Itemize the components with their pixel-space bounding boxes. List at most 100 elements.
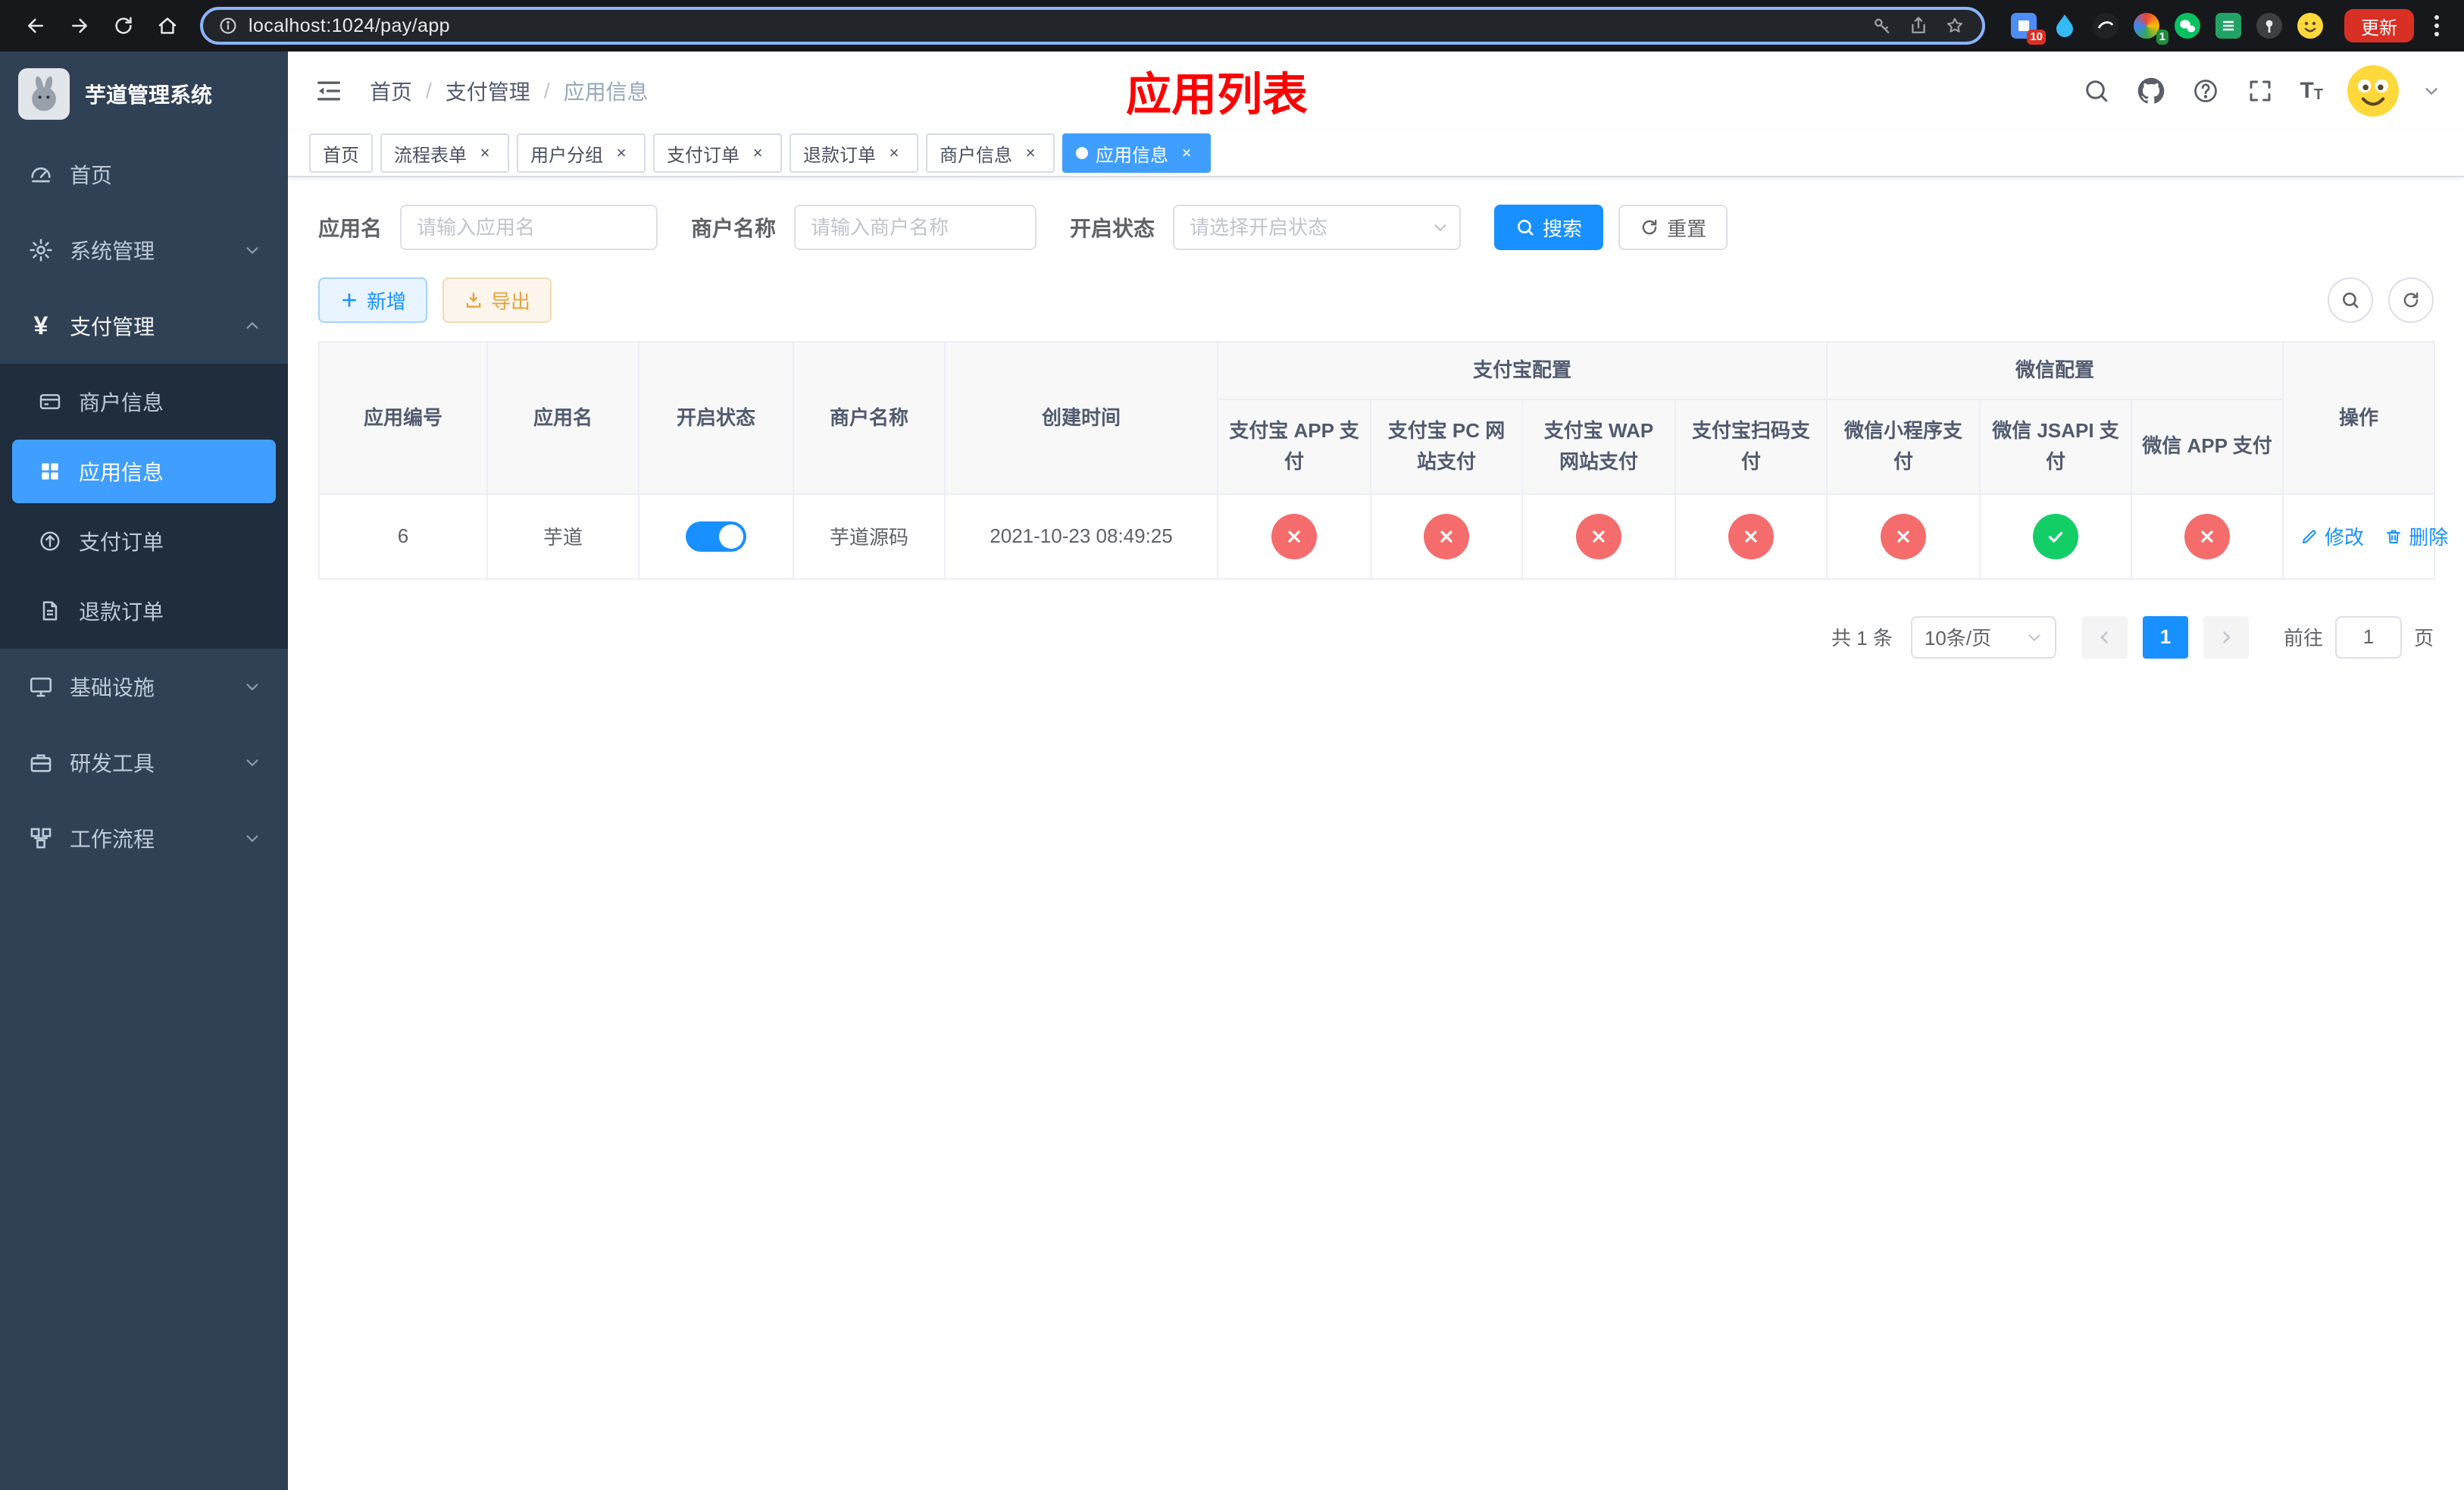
extension-icon-notes[interactable] xyxy=(2215,13,2241,39)
merchant-name-input[interactable] xyxy=(794,205,1037,250)
fullscreen-icon[interactable] xyxy=(2245,76,2275,106)
status-label: 开启状态 xyxy=(1070,217,1155,240)
browser-forward-icon[interactable] xyxy=(59,5,100,46)
close-icon[interactable] xyxy=(747,142,768,164)
extension-icon-dark[interactable] xyxy=(2093,13,2118,39)
extension-badge: 1 xyxy=(2156,30,2169,45)
tab-app-info[interactable]: 应用信息 xyxy=(1062,133,1211,173)
close-icon[interactable] xyxy=(883,142,905,164)
browser-update-button[interactable]: 更新 xyxy=(2344,9,2414,42)
delete-button[interactable]: 删除 xyxy=(2384,522,2448,550)
sidebar-item-workflow[interactable]: 工作流程 xyxy=(0,800,288,876)
cell-app-id: 6 xyxy=(318,493,488,580)
yen-icon: ¥ xyxy=(33,311,48,340)
edit-button-label: 修改 xyxy=(2325,526,2365,549)
font-size-icon[interactable]: TT xyxy=(2300,80,2323,103)
column-header-actions: 操作 xyxy=(2282,340,2436,495)
pagination-total: 共 1 条 xyxy=(1831,627,1893,650)
tab-refund-order[interactable]: 退款订单 xyxy=(790,133,918,173)
site-info-icon[interactable] xyxy=(218,16,238,36)
sidebar-item-dev-tools[interactable]: 研发工具 xyxy=(0,725,288,800)
sidebar-item-pay-order[interactable]: 支付订单 xyxy=(0,506,288,576)
tab-process-form[interactable]: 流程表单 xyxy=(380,133,509,173)
extension-icon-color[interactable]: 1 xyxy=(2134,13,2169,45)
page-size-select[interactable]: 10条/页 xyxy=(1910,615,2056,659)
close-icon[interactable] xyxy=(611,142,632,164)
filter-form: 应用名 商户名称 开启状态 搜索 重置 xyxy=(318,205,2434,250)
extension-icon-wechat[interactable] xyxy=(2175,13,2200,39)
browser-menu-icon[interactable] xyxy=(2425,8,2449,44)
column-header-created: 创建时间 xyxy=(944,340,1218,495)
toggle-search-icon[interactable] xyxy=(2328,277,2373,323)
edit-button[interactable]: 修改 xyxy=(2300,522,2364,550)
status-toggle[interactable] xyxy=(686,521,746,552)
sidebar-item-home[interactable]: 首页 xyxy=(0,136,288,212)
search-button[interactable]: 搜索 xyxy=(1494,205,1604,250)
column-header-wechat-mini: 微信小程序支付 xyxy=(1826,398,1981,495)
search-icon[interactable] xyxy=(2081,76,2112,106)
avatar[interactable] xyxy=(2347,65,2399,117)
column-header-alipay-wap: 支付宝 WAP 网站支付 xyxy=(1521,398,1676,495)
goto-page-input[interactable] xyxy=(2334,615,2402,659)
chevron-down-icon[interactable] xyxy=(2423,83,2440,99)
bookmark-star-icon[interactable] xyxy=(1944,15,1965,36)
sidebar-item-payment[interactable]: ¥ 支付管理 xyxy=(0,288,288,364)
chevron-down-icon xyxy=(2028,634,2040,641)
close-icon[interactable] xyxy=(474,142,496,164)
extension-icon-pin[interactable] xyxy=(2256,13,2282,39)
help-icon[interactable] xyxy=(2190,76,2221,106)
breadcrumb-item-home[interactable]: 首页 xyxy=(370,76,412,106)
breadcrumb-item-payment[interactable]: 支付管理 xyxy=(446,76,530,106)
share-icon[interactable] xyxy=(1908,15,1929,36)
github-icon[interactable] xyxy=(2136,76,2166,106)
sidebar-item-refund-order[interactable]: 退款订单 xyxy=(0,576,288,646)
browser-toolbar: localhost:1024/pay/app 10 1 更新 xyxy=(0,0,2464,52)
sidebar-item-merchant-info[interactable]: 商户信息 xyxy=(0,367,288,437)
export-button[interactable]: 导出 xyxy=(442,277,552,323)
add-button[interactable]: 新增 xyxy=(318,277,428,323)
url-text: localhost:1024/pay/app xyxy=(249,14,450,36)
sidebar-item-app-info[interactable]: 应用信息 xyxy=(12,440,276,503)
prev-page-button[interactable] xyxy=(2081,615,2128,659)
browser-reload-icon[interactable] xyxy=(103,5,144,46)
app-logo: 芋道管理系统 xyxy=(0,52,288,136)
app-table: 应用编号 应用名 开启状态 商户名称 创建时间 支付宝配置 微信配置 操作 支付… xyxy=(318,340,2448,580)
column-group-alipay: 支付宝配置 xyxy=(1216,341,1828,400)
sidebar-item-system[interactable]: 系统管理 xyxy=(0,212,288,288)
status-select-input[interactable] xyxy=(1173,205,1462,250)
delete-button-label: 删除 xyxy=(2409,526,2449,549)
reset-button[interactable]: 重置 xyxy=(1618,205,1728,250)
browser-home-icon[interactable] xyxy=(147,5,188,46)
table-toolbar: 新增 导出 xyxy=(318,277,2434,323)
filter-merchant-name: 商户名称 xyxy=(691,205,1037,250)
tab-pay-order[interactable]: 支付订单 xyxy=(653,133,782,173)
tab-home[interactable]: 首页 xyxy=(309,133,373,173)
url-bar-actions xyxy=(1871,15,1976,36)
refresh-icon[interactable] xyxy=(2388,277,2434,323)
url-bar[interactable]: localhost:1024/pay/app xyxy=(200,7,1985,45)
extension-icon-grid[interactable]: 10 xyxy=(2011,13,2046,45)
status-select[interactable] xyxy=(1173,205,1462,250)
browser-back-icon[interactable] xyxy=(15,5,56,46)
extension-icon-smiley[interactable] xyxy=(2297,13,2323,39)
goto-label: 前往 xyxy=(2283,627,2323,650)
app-name-input[interactable] xyxy=(400,205,658,250)
close-icon[interactable] xyxy=(1176,142,1197,164)
app-window: 芋道管理系统 首页 系统管理 ¥ 支付管理 商户信息 应用信息 支付订单 退款订… xyxy=(0,52,2464,1490)
reset-button-label: 重置 xyxy=(1667,217,1707,240)
page-number-button[interactable]: 1 xyxy=(2142,615,2188,659)
active-dot xyxy=(1076,147,1088,159)
tab-merchant-info[interactable]: 商户信息 xyxy=(926,133,1055,173)
breadcrumb-separator xyxy=(426,79,432,103)
next-page-button[interactable] xyxy=(2203,615,2249,659)
column-header-alipay-qr: 支付宝扫码支付 xyxy=(1674,398,1828,495)
sidebar-menu: 首页 系统管理 ¥ 支付管理 商户信息 应用信息 支付订单 退款订单 基础设施 … xyxy=(0,136,288,1490)
password-key-icon[interactable] xyxy=(1871,15,1893,36)
sidebar-toggle-icon[interactable] xyxy=(312,74,346,108)
tab-user-group[interactable]: 用户分组 xyxy=(517,133,646,173)
close-icon[interactable] xyxy=(1020,142,1041,164)
sidebar-item-infrastructure[interactable]: 基础设施 xyxy=(0,649,288,725)
tab-label: 支付订单 xyxy=(667,145,740,166)
extension-icon-drop[interactable] xyxy=(2052,13,2078,39)
filter-app-name: 应用名 xyxy=(318,205,658,250)
